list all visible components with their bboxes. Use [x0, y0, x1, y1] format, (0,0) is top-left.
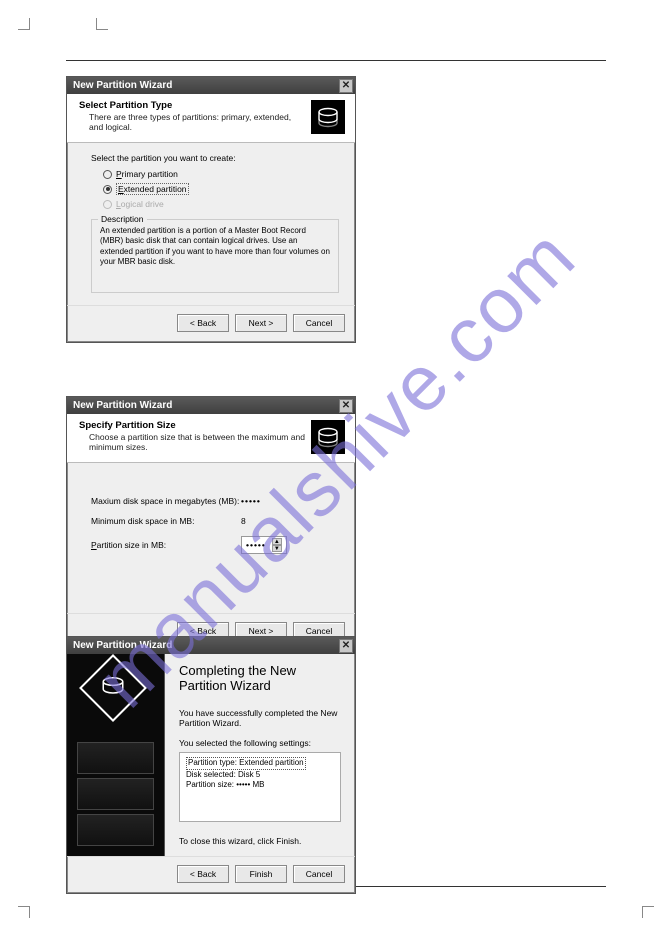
titlebar[interactable]: New Partition Wizard ✕ — [67, 637, 355, 654]
field-value: 8 — [241, 516, 246, 526]
button-label: < Back — [190, 626, 216, 636]
button-label: Next > — [249, 318, 274, 328]
settings-summary: Partition type: Extended partition Disk … — [179, 752, 341, 822]
spin-up-icon[interactable]: ▲ — [272, 538, 282, 545]
button-label: Cancel — [306, 626, 332, 636]
dialog-header: Select Partition Type There are three ty… — [67, 94, 355, 143]
close-icon: ✕ — [342, 401, 350, 411]
close-button[interactable]: ✕ — [339, 79, 353, 93]
next-button[interactable]: Next > — [235, 314, 287, 332]
max-space-row: Maxium disk space in megabytes (MB): •••… — [91, 491, 339, 511]
partition-size-row: Partition size in MB: ••••• ▲ ▼ — [91, 531, 339, 559]
close-button[interactable]: ✕ — [339, 399, 353, 413]
dialog-header: Specify Partition Size Choose a partitio… — [67, 414, 355, 463]
header-subtitle: Choose a partition size that is between … — [89, 432, 305, 452]
server-icon — [77, 778, 154, 810]
close-hint: To close this wizard, click Finish. — [179, 836, 341, 846]
dialog-select-partition-type: New Partition Wizard ✕ Select Partition … — [66, 76, 356, 343]
titlebar[interactable]: New Partition Wizard ✕ — [67, 397, 355, 414]
radio-primary[interactable]: Primary partition — [103, 167, 339, 181]
radio-icon — [103, 170, 112, 179]
back-button[interactable]: < Back — [177, 314, 229, 332]
close-icon: ✕ — [342, 81, 350, 91]
dialog-completion: New Partition Wizard ✕ Completing the Ne… — [66, 636, 356, 894]
min-space-row: Minimum disk space in MB: 8 — [91, 511, 339, 531]
header-title: Specify Partition Size — [79, 420, 305, 431]
button-label: < Back — [190, 869, 216, 879]
button-label: Cancel — [306, 318, 332, 328]
completion-title: Completing the New Partition Wizard — [179, 664, 341, 694]
spin-down-icon[interactable]: ▼ — [272, 545, 282, 552]
group-label: Description — [98, 214, 147, 225]
server-icon — [77, 814, 154, 846]
server-icon — [77, 742, 154, 774]
crop-mark — [642, 906, 654, 918]
success-text: You have successfully completed the New … — [179, 708, 341, 728]
radio-label: Primary partition — [116, 169, 178, 179]
button-label: < Back — [190, 318, 216, 328]
field-label: Minimum disk space in MB: — [91, 516, 241, 526]
radio-logical: Logical drive — [103, 197, 339, 211]
titlebar[interactable]: New Partition Wizard ✕ — [67, 77, 355, 94]
settings-intro: You selected the following settings: — [179, 738, 341, 748]
cancel-button[interactable]: Cancel — [293, 865, 345, 883]
radio-icon — [103, 200, 112, 209]
page-rule-top — [66, 60, 606, 61]
radio-extended[interactable]: Extended partition — [103, 181, 339, 197]
button-label: Finish — [250, 869, 273, 879]
crop-mark — [96, 18, 108, 30]
dialog-title: New Partition Wizard — [73, 640, 172, 651]
field-label: Maxium disk space in megabytes (MB): — [91, 496, 241, 506]
crop-mark — [18, 906, 30, 918]
back-button[interactable]: < Back — [177, 865, 229, 883]
disk-icon — [79, 654, 147, 722]
radio-label: Extended partition — [116, 183, 189, 195]
finish-button[interactable]: Finish — [235, 865, 287, 883]
header-title: Select Partition Type — [79, 100, 305, 111]
crop-mark — [18, 18, 30, 30]
disk-icon — [311, 420, 345, 454]
description-group: Description An extended partition is a p… — [91, 219, 339, 293]
description-text: An extended partition is a portion of a … — [100, 226, 330, 268]
wizard-side-graphic — [67, 654, 165, 856]
dialog-partition-size: New Partition Wizard ✕ Specify Partition… — [66, 396, 356, 651]
input-value: ••••• — [246, 540, 266, 550]
button-label: Cancel — [306, 869, 332, 879]
radio-label: Logical drive — [116, 199, 164, 209]
button-label: Next > — [249, 626, 274, 636]
partition-size-input[interactable]: ••••• ▲ ▼ — [241, 536, 287, 554]
radio-icon — [103, 185, 112, 194]
close-icon: ✕ — [342, 641, 350, 651]
field-value: ••••• — [241, 496, 261, 506]
field-label: Partition size in MB: — [91, 540, 241, 550]
close-button[interactable]: ✕ — [339, 639, 353, 653]
summary-line: Disk selected: Disk 5 — [186, 770, 334, 781]
summary-line: Partition type: Extended partition — [186, 757, 306, 770]
summary-line: Partition size: ••••• MB — [186, 780, 334, 791]
dialog-title: New Partition Wizard — [73, 400, 172, 411]
dialog-title: New Partition Wizard — [73, 80, 172, 91]
cancel-button[interactable]: Cancel — [293, 314, 345, 332]
disk-icon — [311, 100, 345, 134]
prompt-text: Select the partition you want to create: — [91, 153, 339, 163]
header-subtitle: There are three types of partitions: pri… — [89, 112, 305, 132]
